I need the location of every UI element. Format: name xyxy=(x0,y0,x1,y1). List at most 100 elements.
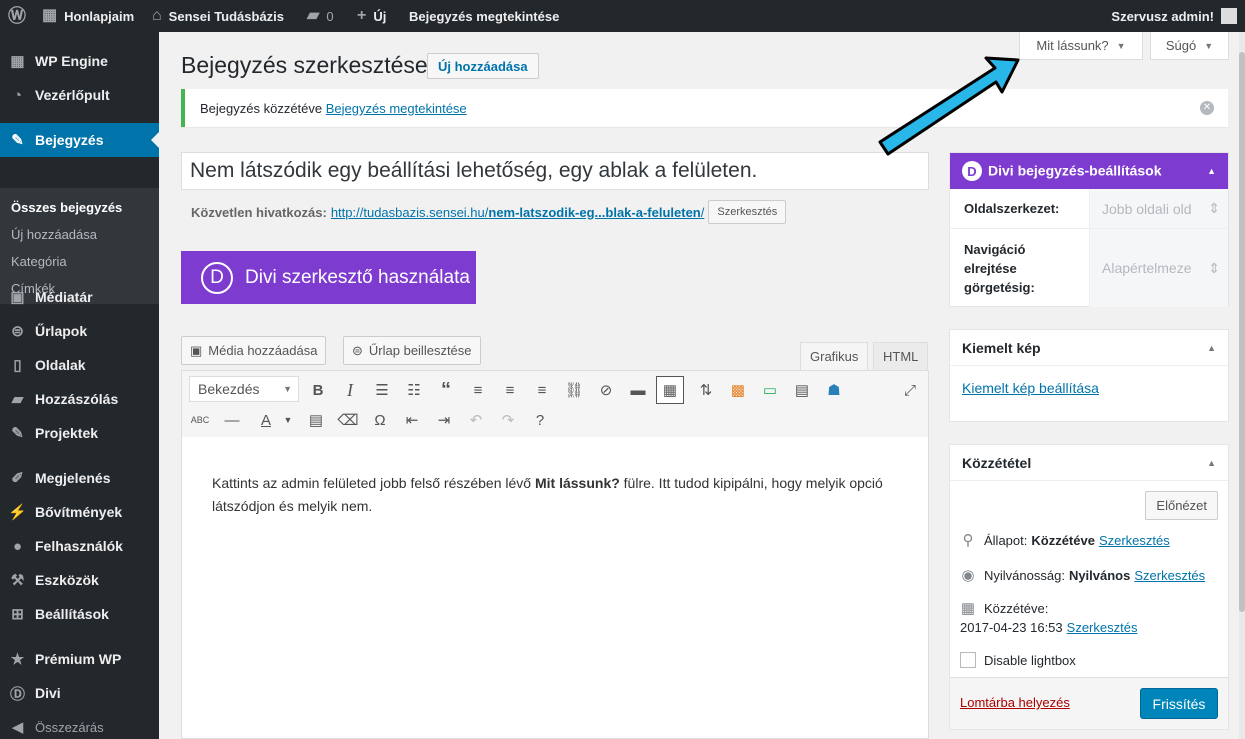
menu-divi[interactable]: Ⓓ Divi xyxy=(0,676,159,710)
trash-link[interactable]: Lomtárba helyezés xyxy=(960,695,1070,710)
align-left-icon[interactable]: ≡ xyxy=(464,376,492,404)
menu-plugins[interactable]: ⚡ Bővítmények xyxy=(0,495,159,529)
menu-settings[interactable]: ⊞ Beállítások xyxy=(0,597,159,631)
scrollbar-thumb[interactable] xyxy=(1239,52,1245,612)
sites-icon: ▦ xyxy=(42,7,58,24)
submenu-categories[interactable]: Kategória xyxy=(11,254,67,269)
publish-header[interactable]: Közzététel ▲ xyxy=(950,445,1228,481)
paste-text-icon[interactable]: ▤ xyxy=(302,406,330,434)
dismiss-icon[interactable]: ✕ xyxy=(1200,101,1214,115)
menu-tools[interactable]: ⚒ Eszközök xyxy=(0,563,159,597)
caret-down-icon[interactable]: ▼ xyxy=(274,406,302,434)
numbered-list-icon[interactable]: ☷ xyxy=(400,376,428,404)
submenu-add-new[interactable]: Új hozzáadása xyxy=(11,227,97,242)
strikethrough-icon[interactable]: ABC xyxy=(186,406,214,434)
add-media-button[interactable]: ▣ Média hozzáadása xyxy=(181,336,327,365)
unlink-icon[interactable]: ⊘ xyxy=(592,376,620,404)
settings-icon: ⊞ xyxy=(11,606,24,623)
caret-down-icon: ▼ xyxy=(1204,40,1214,51)
link-icon[interactable]: ⛓ xyxy=(560,376,588,404)
preview-button[interactable]: Előnézet xyxy=(1145,491,1218,520)
format-select[interactable]: Bekezdés ▼ xyxy=(189,376,299,402)
new-content-link[interactable]: + Új xyxy=(357,0,386,32)
align-center-icon[interactable]: ≡ xyxy=(496,376,524,404)
post-title-input[interactable]: Nem látszódik egy beállítási lehetőség, … xyxy=(181,152,929,190)
clear-format-icon[interactable]: ⌫ xyxy=(334,406,362,434)
edit-status-link[interactable]: Szerkesztés xyxy=(1099,533,1170,548)
menu-forms[interactable]: ⊜ Űrlapok xyxy=(0,314,159,348)
menu-appearance[interactable]: ✐ Megjelenés xyxy=(0,461,159,495)
redo-icon[interactable]: ↷ xyxy=(494,406,522,434)
menu-posts[interactable]: ✎ Bejegyzés xyxy=(0,123,159,157)
shortcode-icon[interactable]: ⇅ xyxy=(692,376,720,404)
caret-down-icon: ▼ xyxy=(283,384,292,394)
brush-icon: ✐ xyxy=(11,470,24,487)
indent-icon[interactable]: ⇥ xyxy=(430,406,458,434)
layout-select[interactable]: Jobb oldali old ⇕ xyxy=(1089,189,1228,228)
comment-icon: ▰ xyxy=(11,391,24,408)
submenu-all-posts[interactable]: Összes bejegyzés xyxy=(11,200,122,215)
wordpress-logo-icon[interactable]: Ⓦ xyxy=(8,0,26,32)
update-button[interactable]: Frissítés xyxy=(1140,688,1218,719)
bold-icon[interactable]: B xyxy=(304,376,332,404)
menu-comments[interactable]: ▰ Hozzászólás xyxy=(0,382,159,416)
add-new-button[interactable]: Új hozzáadása xyxy=(427,53,539,79)
eye-icon: ◉ xyxy=(961,567,975,584)
member-icon[interactable]: ☗ xyxy=(820,376,848,404)
lightbox-checkbox[interactable] xyxy=(960,652,976,668)
modules-icon[interactable]: ▩ xyxy=(724,376,752,404)
comment-icon: ▰ xyxy=(307,7,320,24)
grid-icon: ▦ xyxy=(10,53,25,70)
help-button[interactable]: Súgó ▼ xyxy=(1150,32,1229,60)
scrollbar[interactable] xyxy=(1239,32,1245,739)
avatar xyxy=(1221,8,1237,24)
menu-media[interactable]: ▣ Médiatár xyxy=(0,280,159,314)
set-featured-image-link[interactable]: Kiemelt kép beállítása xyxy=(962,380,1099,396)
view-post-link[interactable]: Bejegyzés megtekintése xyxy=(409,0,559,32)
account-menu[interactable]: Szervusz admin! xyxy=(1111,0,1237,32)
text-block-icon[interactable]: ▤ xyxy=(788,376,816,404)
add-form-button[interactable]: ⊜ Űrlap beillesztése xyxy=(343,336,481,365)
annotation-arrow xyxy=(878,56,1020,156)
toolbar-toggle-icon[interactable]: ▦ xyxy=(656,376,684,404)
quote-icon[interactable]: “ xyxy=(432,376,460,404)
screen-options-button[interactable]: Mit lássunk? ▼ xyxy=(1019,32,1143,60)
special-char-icon[interactable]: Ω xyxy=(366,406,394,434)
permalink-link[interactable]: http://tudasbazis.sensei.hu/nem-latszodi… xyxy=(331,205,705,220)
my-sites-link[interactable]: ▦ Honlapjaim xyxy=(42,0,134,32)
site-name-link[interactable]: ⌂ Sensei Tudásbázis xyxy=(152,0,284,32)
divi-builder-button[interactable]: D Divi szerkesztő használata xyxy=(181,251,476,304)
notice-view-link[interactable]: Bejegyzés megtekintése xyxy=(326,101,467,116)
menu-premium-wp[interactable]: ★ Prémium WP xyxy=(0,642,159,676)
outdent-icon[interactable]: ⇤ xyxy=(398,406,426,434)
tab-visual[interactable]: Grafikus xyxy=(800,342,869,371)
bullet-list-icon[interactable]: ☰ xyxy=(368,376,396,404)
nav-hide-select[interactable]: Alapértelmeze ⇕ xyxy=(1089,229,1228,307)
user-icon: ● xyxy=(12,537,23,555)
menu-projects[interactable]: ✎ Projektek xyxy=(0,416,159,450)
menu-wp-engine[interactable]: ▦ WP Engine xyxy=(0,44,159,78)
page-icon: ▯ xyxy=(13,357,22,374)
menu-dashboard[interactable]: ◔ Vezérlőpult xyxy=(0,78,159,112)
menu-users[interactable]: ● Felhasználók xyxy=(0,529,159,563)
tab-html[interactable]: HTML xyxy=(873,342,929,371)
edit-date-link[interactable]: Szerkesztés xyxy=(1067,620,1138,635)
featured-image-header[interactable]: Kiemelt kép ▲ xyxy=(950,330,1228,366)
collapse-menu-button[interactable]: ◀ Összezárás xyxy=(0,710,159,739)
edit-permalink-button[interactable]: Szerkesztés xyxy=(708,200,787,224)
layout-icon[interactable]: ▭ xyxy=(756,376,784,404)
edit-visibility-link[interactable]: Szerkesztés xyxy=(1134,568,1205,583)
editor-content[interactable]: Kattints az admin felületed jobb felső r… xyxy=(181,437,929,739)
read-more-icon[interactable]: ▬ xyxy=(624,376,652,404)
fullscreen-icon[interactable]: ⤢ xyxy=(896,376,924,404)
italic-icon[interactable]: I xyxy=(336,376,364,404)
admin-bar: Ⓦ ▦ Honlapjaim ⌂ Sensei Tudásbázis ▰ 0 + Új … xyxy=(0,0,1245,32)
help-icon[interactable]: ? xyxy=(526,406,554,434)
comments-link[interactable]: ▰ 0 xyxy=(307,0,334,32)
horizontal-line-icon[interactable]: — xyxy=(218,406,246,434)
undo-icon[interactable]: ↶ xyxy=(462,406,490,434)
divi-icon: Ⓓ xyxy=(9,685,25,703)
notice-text: Bejegyzés közzétéve xyxy=(200,100,323,116)
menu-pages[interactable]: ▯ Oldalak xyxy=(0,348,159,382)
align-right-icon[interactable]: ≡ xyxy=(528,376,556,404)
